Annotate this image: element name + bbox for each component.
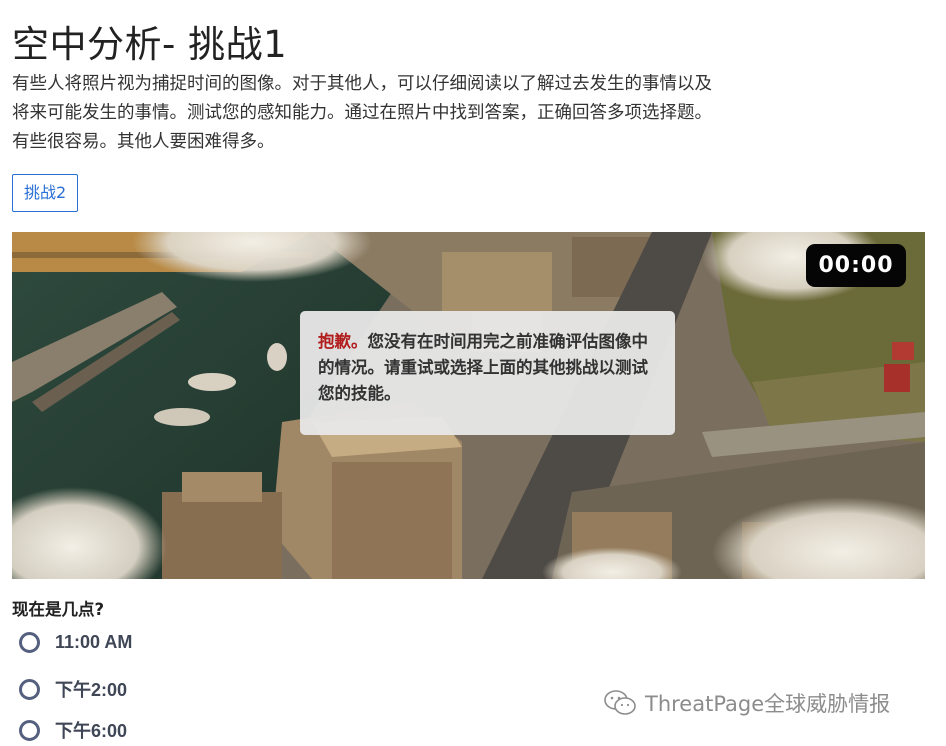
page-title: 空中分析- 挑战1 (12, 23, 288, 66)
notice-prefix: 抱歉。 (318, 332, 368, 351)
quiz-option-2[interactable]: 下午2:00 (19, 676, 127, 702)
option-label: 11:00 AM (55, 632, 133, 652)
notice-text: 您没有在时间用完之前准确评估图像中的情况。请重试或选择上面的其他挑战以测试您的技… (318, 332, 648, 403)
quiz-question: 现在是几点? (12, 600, 105, 619)
challenge-2-button[interactable]: 挑战2 (12, 174, 79, 212)
challenge-page: 空中分析- 挑战1 有些人将照片视为捕捉时间的图像。对于其他人，可以仔细阅读以了… (0, 0, 946, 746)
option-label: 下午6:00 (55, 721, 128, 741)
wechat-icon (604, 690, 636, 715)
watermark: ThreatPage全球威胁情报 (603, 688, 890, 718)
radio-button[interactable] (19, 719, 40, 741)
timeout-notice: 抱歉。您没有在时间用完之前准确评估图像中的情况。请重试或选择上面的其他挑战以测试… (300, 311, 675, 435)
radio-button[interactable] (19, 678, 40, 700)
watermark-text: ThreatPage全球威胁情报 (645, 692, 891, 716)
countdown-timer: 00:00 (806, 244, 906, 287)
radio-button[interactable] (19, 632, 40, 653)
intro-text: 有些人将照片视为捕捉时间的图像。对于其他人，可以仔细阅读以了解过去发生的事情以及… (12, 74, 712, 152)
quiz-option-3[interactable]: 下午6:00 (19, 717, 127, 743)
option-label: 下午2:00 (55, 680, 128, 700)
quiz-option-1[interactable]: 11:00 AM (19, 632, 132, 653)
